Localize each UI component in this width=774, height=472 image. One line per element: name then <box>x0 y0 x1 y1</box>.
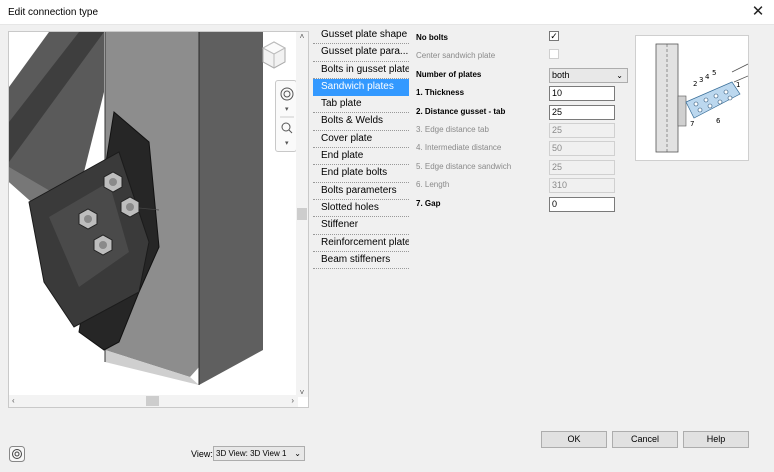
edge-distance-sandwich-label: 5. Edge distance sandwich <box>416 161 512 171</box>
horizontal-scroll-thumb[interactable] <box>146 396 159 406</box>
tab-end-plate[interactable]: End plate <box>313 148 409 166</box>
no-bolts-checkbox[interactable]: ✓ <box>549 31 559 41</box>
vertical-scroll-thumb[interactable] <box>297 208 307 220</box>
number-of-plates-label: Number of plates <box>416 69 482 79</box>
tab-reinforcement-plate[interactable]: Reinforcement plate <box>313 235 409 252</box>
view-cube[interactable] <box>261 40 287 70</box>
view-label: View: <box>191 449 213 459</box>
edge-distance-sandwich-input[interactable]: 25 <box>549 159 615 175</box>
preview-label-5: 5 <box>712 69 716 77</box>
settings-swirl-icon[interactable] <box>9 446 25 462</box>
length-label: 6. Length <box>416 180 450 190</box>
tab-tab-plate[interactable]: Tab plate <box>313 96 409 114</box>
vertical-scrollbar[interactable]: ˄ ˅ <box>296 32 308 397</box>
distance-gusset-tab-input[interactable]: 25 <box>549 104 615 120</box>
no-bolts-label: No bolts <box>416 33 448 42</box>
tab-end-plate-bolts[interactable]: End plate bolts <box>313 165 409 183</box>
preview-label-6: 6 <box>716 117 721 125</box>
tab-beam-stiffeners[interactable]: Beam stiffeners <box>313 252 409 270</box>
3d-viewport[interactable]: ▾ ▾ ˄ ˅ ‹ › <box>8 31 309 408</box>
parameters-panel: No bolts ✓ Center sandwich plate Number … <box>416 30 636 214</box>
close-icon[interactable]: ✕ <box>748 3 768 21</box>
number-of-plates-value: both <box>552 69 570 80</box>
edge-distance-tab-input[interactable]: 25 <box>549 122 615 138</box>
length-input[interactable]: 310 <box>549 178 615 194</box>
category-tab-list: Gusset plate shape Gusset plate para... … <box>313 27 409 270</box>
scroll-up-icon[interactable]: ˄ <box>296 32 308 41</box>
tab-stiffener[interactable]: Stiffener <box>313 217 409 235</box>
gap-input[interactable]: 0 <box>549 196 615 212</box>
center-sandwich-plate-checkbox[interactable] <box>549 49 559 60</box>
edge-distance-tab-label: 3. Edge distance tab <box>416 124 489 134</box>
scroll-left-icon[interactable]: ‹ <box>12 395 15 407</box>
ok-button[interactable]: OK <box>541 431 607 448</box>
number-of-plates-select[interactable]: both ⌄ <box>549 67 628 83</box>
preview-label-3: 3 <box>699 76 703 84</box>
view-select-value: 3D View: 3D View 1 <box>216 449 287 458</box>
scroll-right-icon[interactable]: › <box>291 395 294 407</box>
sandwich-plate-preview: 2 3 4 5 6 7 1 <box>635 35 749 161</box>
tab-bolts-in-gusset-plate[interactable]: Bolts in gusset plate <box>313 62 409 79</box>
preview-label-4: 4 <box>705 73 710 81</box>
intermediate-distance-input[interactable]: 50 <box>549 141 615 157</box>
center-sandwich-plate-label: Center sandwich plate <box>416 51 496 61</box>
thickness-label: 1. Thickness <box>416 88 465 98</box>
connection-3d-model <box>9 32 263 385</box>
intermediate-distance-label: 4. Intermediate distance <box>416 143 502 153</box>
tab-bolts-parameters[interactable]: Bolts parameters <box>313 183 409 200</box>
tab-gusset-plate-parameters[interactable]: Gusset plate para... <box>313 44 409 62</box>
tab-slotted-holes[interactable]: Slotted holes <box>313 200 409 218</box>
horizontal-scrollbar[interactable]: ‹ › <box>9 395 298 407</box>
svg-text:▾: ▾ <box>285 139 289 147</box>
title-bar: Edit connection type ✕ <box>0 0 774 25</box>
tab-gusset-plate-shape[interactable]: Gusset plate shape <box>313 27 409 45</box>
window-title: Edit connection type <box>8 7 99 18</box>
preview-label-1: 1 <box>736 81 740 89</box>
navigation-bar[interactable]: ▾ ▾ <box>275 80 297 152</box>
chevron-down-icon: ⌄ <box>294 449 301 458</box>
view-select[interactable]: 3D View: 3D View 1 ⌄ <box>213 446 305 461</box>
distance-gusset-tab-label: 2. Distance gusset - tab <box>416 106 506 116</box>
preview-label-2: 2 <box>693 80 697 88</box>
cancel-button[interactable]: Cancel <box>612 431 678 448</box>
tab-sandwich-plates[interactable]: Sandwich plates <box>313 78 409 97</box>
tab-bolts-welds[interactable]: Bolts & Welds <box>313 113 409 131</box>
thickness-input[interactable]: 10 <box>549 86 615 102</box>
chevron-down-icon: ⌄ <box>616 70 623 80</box>
tab-cover-plate[interactable]: Cover plate <box>313 131 409 149</box>
gap-label: 7. Gap <box>416 198 441 208</box>
svg-text:▾: ▾ <box>285 105 289 113</box>
help-button[interactable]: Help <box>683 431 749 448</box>
preview-label-7: 7 <box>690 120 694 128</box>
